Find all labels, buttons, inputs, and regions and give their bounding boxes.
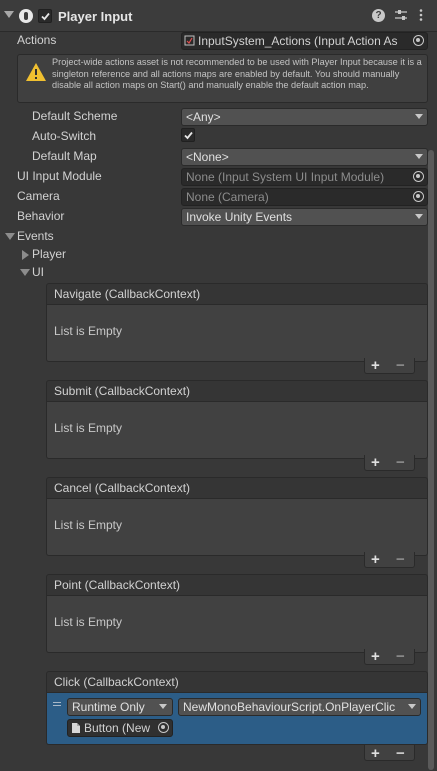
- point-remove-button[interactable]: −: [396, 649, 405, 664]
- help-icon[interactable]: ?: [372, 9, 385, 22]
- submit-remove-button[interactable]: −: [396, 455, 405, 470]
- submit-add-button[interactable]: +: [371, 455, 380, 470]
- input-actions-asset-icon: [184, 35, 195, 49]
- checkmark-icon: [184, 131, 193, 140]
- point-event-header: Point (CallbackContext): [46, 574, 428, 596]
- chevron-down-icon: [415, 114, 423, 119]
- point-list-empty: List is Empty: [54, 615, 123, 629]
- behavior-value: Invoke Unity Events: [186, 210, 293, 224]
- camera-field[interactable]: None (Camera): [181, 188, 428, 206]
- component-foldout-icon[interactable]: [4, 11, 14, 18]
- runtime-mode-dropdown[interactable]: Runtime Only: [67, 698, 173, 716]
- behavior-label: Behavior: [17, 209, 65, 223]
- ui-input-module-field[interactable]: None (Input System UI Input Module): [181, 168, 428, 186]
- submit-event-header: Submit (CallbackContext): [46, 380, 428, 402]
- chevron-down-icon: [159, 704, 167, 709]
- submit-list-empty: List is Empty: [54, 421, 123, 435]
- chevron-down-icon: [415, 214, 423, 219]
- warning-text: Project-wide actions asset is not recomm…: [52, 57, 422, 90]
- actions-value: InputSystem_Actions (Input Action As: [198, 34, 398, 48]
- camera-picker-icon[interactable]: [413, 191, 424, 202]
- chevron-down-icon: [408, 704, 416, 709]
- camera-value: None (Camera): [186, 190, 269, 204]
- ui-input-module-value: None (Input System UI Input Module): [186, 170, 385, 184]
- actions-field[interactable]: InputSystem_Actions (Input Action As: [181, 32, 428, 50]
- navigate-event-header: Navigate (CallbackContext): [46, 283, 428, 305]
- point-add-button[interactable]: +: [371, 649, 380, 664]
- warning-icon: [25, 62, 47, 85]
- default-map-dropdown[interactable]: <None>: [181, 148, 428, 166]
- cancel-list-empty: List is Empty: [54, 518, 123, 532]
- inspector-scrollbar[interactable]: [428, 150, 434, 770]
- click-event-header: Click (CallbackContext): [46, 671, 428, 693]
- actions-label: Actions: [17, 33, 57, 47]
- chevron-down-icon: [415, 154, 423, 159]
- button-object-icon: [71, 722, 81, 737]
- default-map-value: <None>: [186, 150, 229, 164]
- navigate-remove-button[interactable]: −: [396, 358, 405, 373]
- function-value: NewMonoBehaviourScript.OnPlayerClic: [183, 700, 396, 714]
- player-foldout-label[interactable]: Player: [32, 247, 66, 261]
- events-label[interactable]: Events: [17, 229, 54, 243]
- auto-switch-label: Auto-Switch: [32, 129, 97, 143]
- events-foldout-icon[interactable]: [5, 233, 15, 240]
- navigate-list-empty: List is Empty: [54, 324, 123, 338]
- ui-input-module-picker-icon[interactable]: [413, 171, 424, 182]
- drag-handle-icon[interactable]: [53, 702, 61, 706]
- function-dropdown[interactable]: NewMonoBehaviourScript.OnPlayerClic: [178, 698, 421, 716]
- runtime-mode-value: Runtime Only: [72, 700, 145, 714]
- behavior-dropdown[interactable]: Invoke Unity Events: [181, 208, 428, 226]
- default-scheme-label: Default Scheme: [32, 109, 118, 123]
- player-input-icon: [19, 9, 33, 23]
- default-map-label: Default Map: [32, 149, 97, 163]
- actions-object-picker-icon[interactable]: [413, 35, 424, 46]
- presets-icon[interactable]: [393, 8, 409, 24]
- default-scheme-dropdown[interactable]: <Any>: [181, 108, 428, 126]
- cancel-add-button[interactable]: +: [371, 552, 380, 567]
- default-scheme-value: <Any>: [186, 110, 221, 124]
- auto-switch-checkbox[interactable]: [181, 128, 195, 142]
- click-remove-button[interactable]: −: [396, 746, 405, 761]
- camera-label: Camera: [17, 189, 60, 203]
- kebab-menu-icon[interactable]: [413, 8, 429, 24]
- component-title: Player Input: [58, 9, 133, 24]
- checkmark-icon: [41, 12, 50, 21]
- target-object-value: Button (New: [84, 721, 151, 735]
- ui-foldout-label[interactable]: UI: [32, 265, 44, 279]
- player-foldout-icon[interactable]: [22, 250, 29, 260]
- click-add-button[interactable]: +: [371, 746, 380, 761]
- ui-foldout-icon[interactable]: [20, 269, 30, 276]
- cancel-event-header: Cancel (CallbackContext): [46, 477, 428, 499]
- cancel-remove-button[interactable]: −: [396, 552, 405, 567]
- component-enabled-checkbox[interactable]: [38, 9, 52, 23]
- navigate-add-button[interactable]: +: [371, 358, 380, 373]
- ui-input-module-label: UI Input Module: [17, 169, 102, 183]
- target-object-picker-icon[interactable]: [158, 722, 169, 733]
